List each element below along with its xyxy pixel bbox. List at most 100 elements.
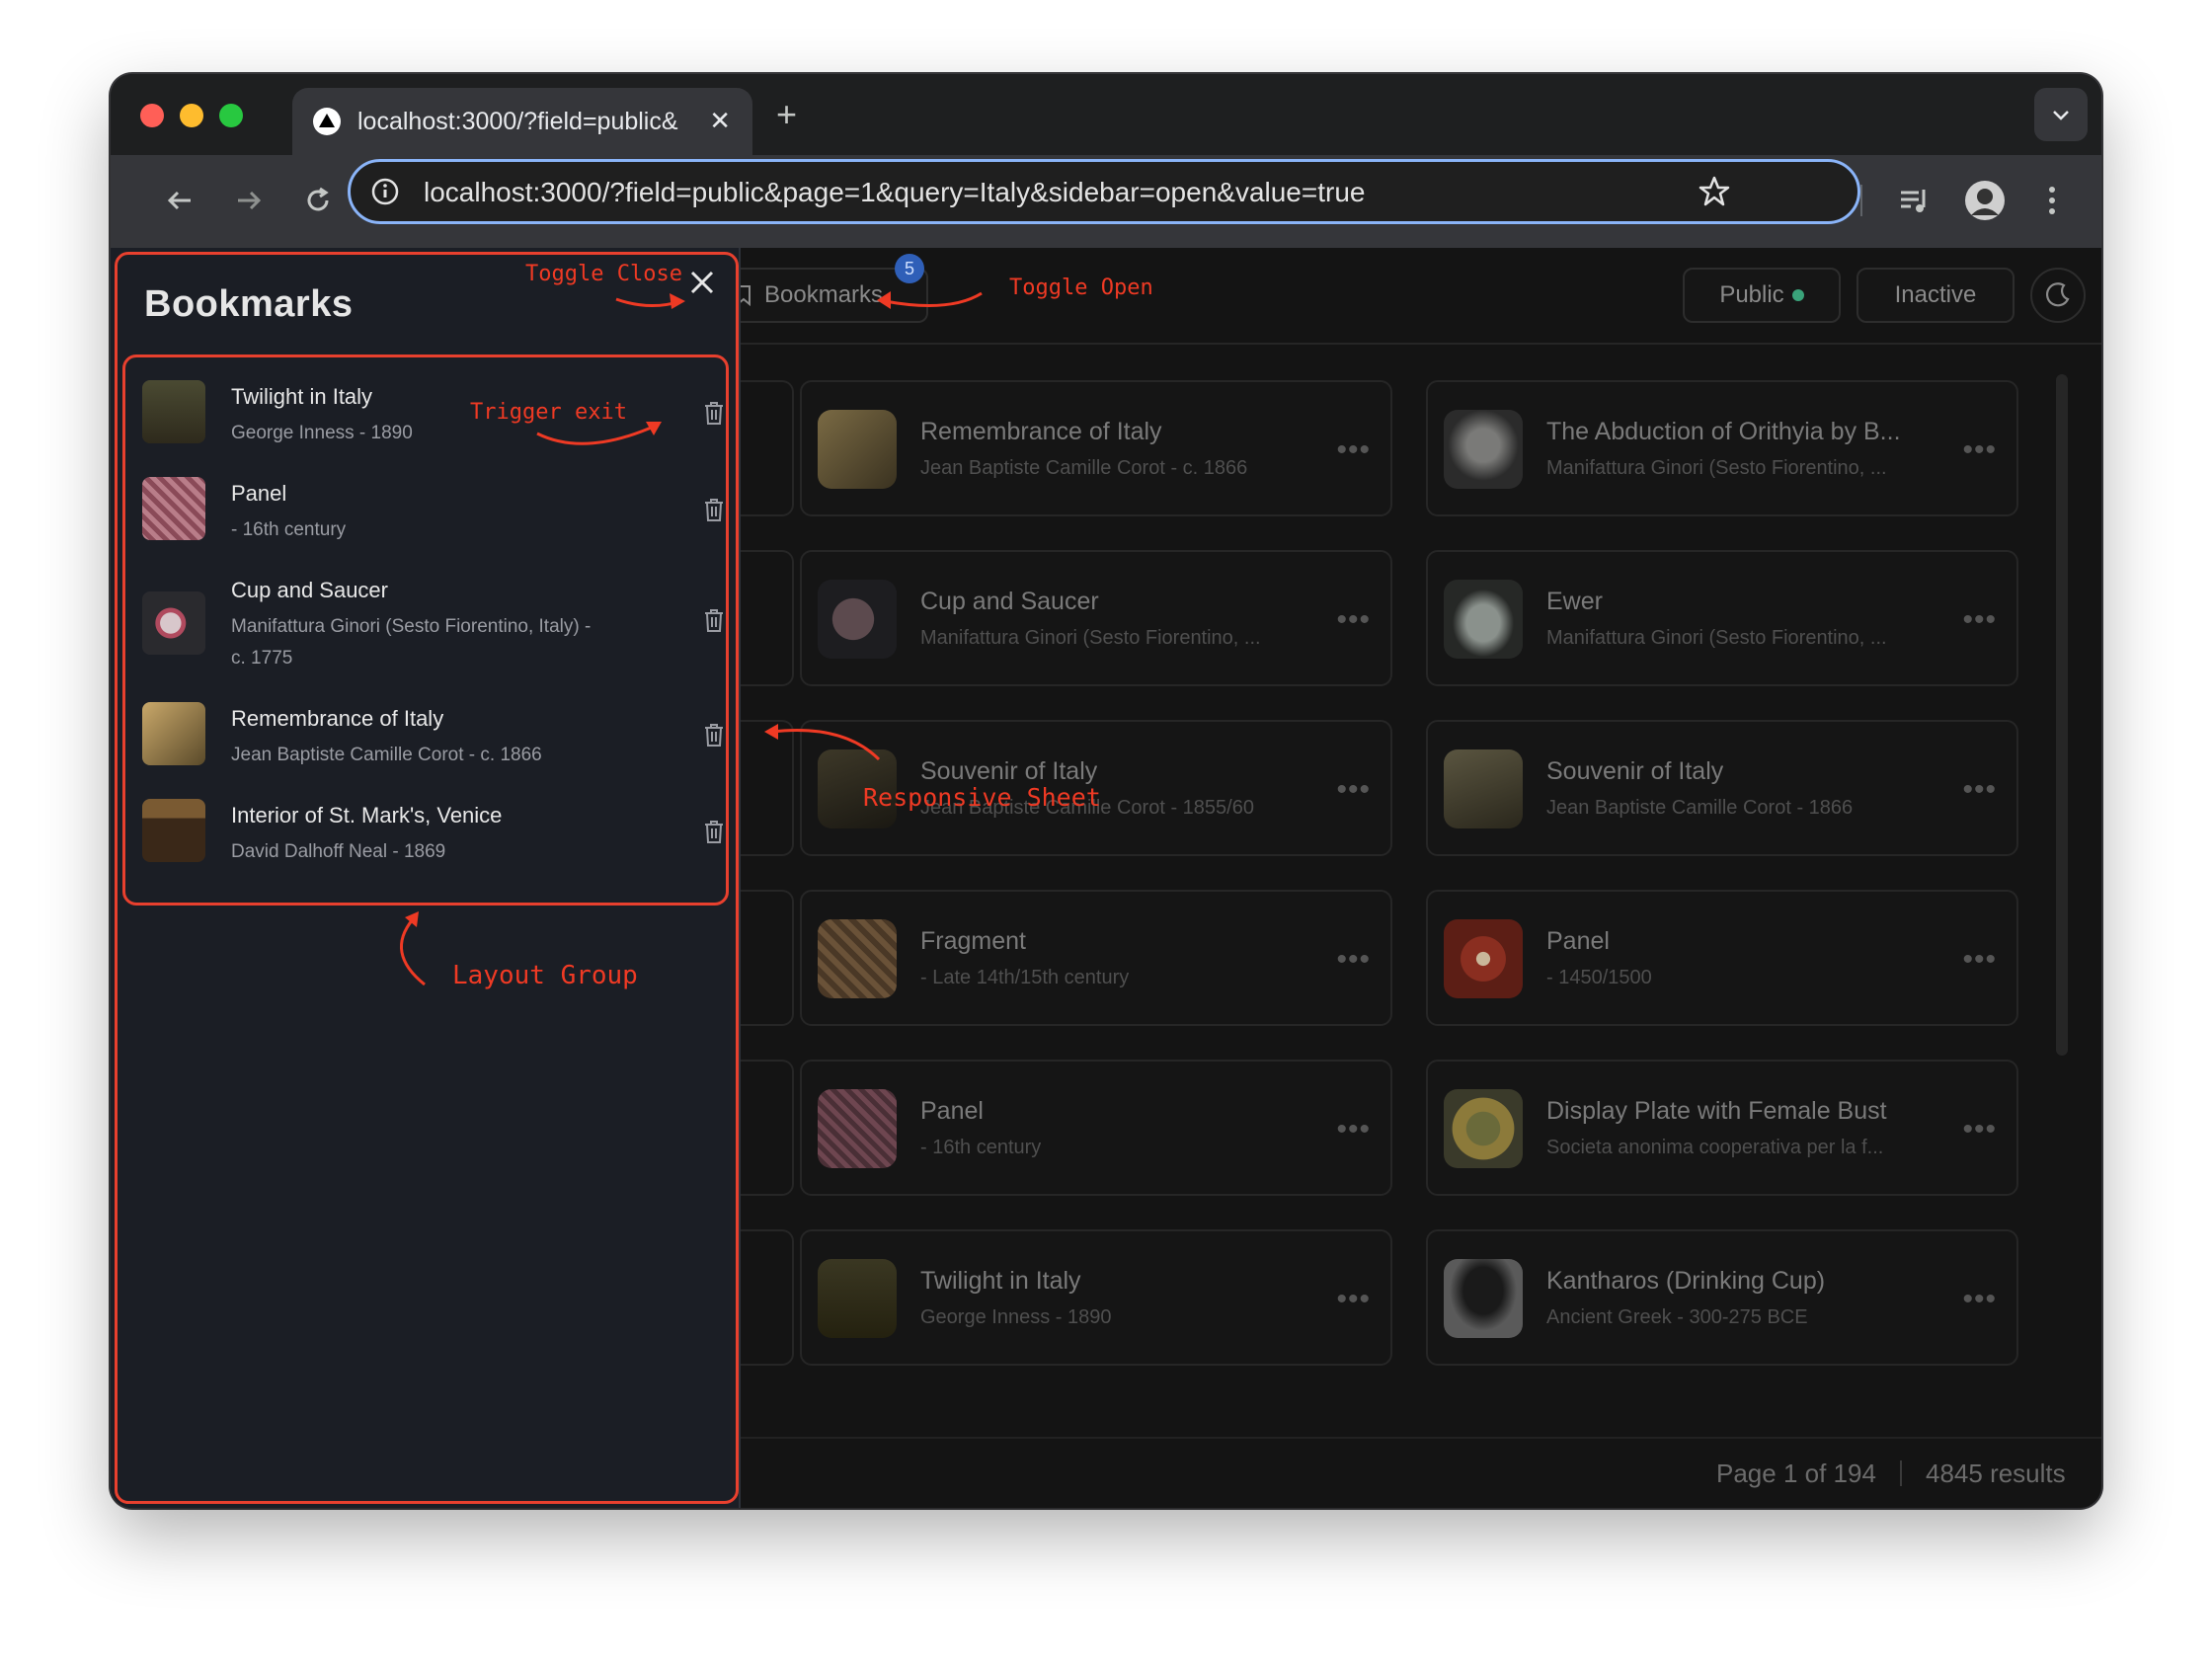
artwork-thumbnail (818, 580, 897, 659)
artwork-subtitle: Jean Baptiste Camille Corot - c. 1866 (920, 457, 1248, 479)
more-icon[interactable]: ••• (1336, 603, 1371, 637)
profile-button[interactable] (1959, 175, 2011, 226)
sheet-title: Bookmarks (144, 283, 354, 325)
artwork-title: Panel (920, 1097, 984, 1125)
trash-icon[interactable] (703, 607, 725, 633)
bookmark-thumbnail (142, 380, 205, 443)
forward-icon (238, 191, 262, 210)
results-count: 4845 results (1926, 1458, 2066, 1488)
bookmark-item[interactable]: Cup and Saucer Manifattura Ginori (Sesto… (138, 574, 723, 669)
back-button[interactable] (154, 175, 205, 226)
moon-icon (2045, 282, 2070, 307)
tab-close-button[interactable]: ✕ (709, 106, 731, 136)
artwork-title: Ewer (1546, 588, 1603, 615)
inactive-filter-label: Inactive (1894, 281, 1977, 308)
scrollbar[interactable] (2056, 374, 2068, 1056)
toggle-close-annotation: Toggle Close (525, 262, 682, 286)
artwork-subtitle: Manifattura Ginori (Sesto Fiorentino, ..… (1546, 627, 1887, 649)
artwork-card[interactable]: Ewer Manifattura Ginori (Sesto Fiorentin… (1426, 550, 2018, 686)
artwork-card[interactable]: Kantharos (Drinking Cup) Ancient Greek -… (1426, 1229, 2018, 1366)
bookmark-thumbnail (142, 591, 205, 655)
responsive-sheet-annotation: Responsive Sheet (863, 783, 1101, 812)
favicon-icon (313, 108, 341, 135)
maximize-window-button[interactable] (219, 104, 243, 127)
artwork-card[interactable]: Souvenir of Italy Jean Baptiste Camille … (1426, 720, 2018, 856)
artwork-card[interactable]: Display Plate with Female Bust Societa a… (1426, 1060, 2018, 1196)
layout-group-annotation: Layout Group (452, 961, 638, 990)
media-button[interactable] (1888, 175, 1939, 226)
more-icon[interactable]: ••• (1962, 1283, 1997, 1316)
artwork-card[interactable]: Panel - 1450/1500 ••• (1426, 890, 2018, 1026)
page-indicator: Page 1 of 194 (1716, 1458, 1876, 1488)
bookmark-subtitle: - 16th century (231, 519, 347, 540)
more-icon[interactable]: ••• (1336, 943, 1371, 977)
close-window-button[interactable] (140, 104, 164, 127)
artwork-title: Panel (1546, 927, 1610, 955)
forward-button[interactable] (223, 175, 275, 226)
chrome-menu-button[interactable] (2026, 175, 2078, 226)
trash-icon[interactable] (703, 722, 725, 748)
address-bar[interactable]: localhost:3000/?field=public&page=1&quer… (348, 159, 1860, 224)
artwork-card[interactable]: Cup and Saucer Manifattura Ginori (Sesto… (800, 550, 1392, 686)
more-icon[interactable]: ••• (1336, 433, 1371, 467)
new-tab-button[interactable]: + (776, 94, 797, 135)
artwork-title: Fragment (920, 927, 1026, 955)
more-icon[interactable]: ••• (1962, 433, 1997, 467)
artwork-thumbnail (818, 410, 897, 489)
more-icon[interactable]: ••• (1962, 603, 1997, 637)
kebab-menu-icon (2049, 187, 2055, 214)
artwork-subtitle: - Late 14th/15th century (920, 967, 1130, 988)
bookmark-subtitle: Manifattura Ginori (Sesto Fiorentino, It… (231, 616, 592, 669)
more-icon[interactable]: ••• (1336, 1283, 1371, 1316)
tab-search-button[interactable] (2034, 88, 2088, 141)
bookmarks-count-badge: 5 (895, 254, 924, 283)
public-filter-button[interactable]: Public (1683, 268, 1841, 323)
trash-icon[interactable] (703, 497, 725, 522)
artwork-card[interactable]: Fragment - Late 14th/15th century ••• (800, 890, 1392, 1026)
artwork-title: Twilight in Italy (920, 1267, 1081, 1295)
bookmark-title: Interior of St. Mark's, Venice (231, 803, 503, 828)
reload-icon (307, 187, 329, 211)
artwork-title: The Abduction of Orithyia by B... (1546, 418, 1901, 445)
star-icon[interactable] (1698, 175, 1731, 208)
bookmark-item[interactable]: Remembrance of Italy Jean Baptiste Camil… (138, 702, 723, 767)
theme-toggle-button[interactable] (2030, 268, 2086, 323)
browser-window: localhost:3000/?field=public& ✕ + localh… (111, 74, 2101, 1508)
artwork-card[interactable]: Panel - 16th century ••• (800, 1060, 1392, 1196)
close-icon[interactable] (685, 266, 719, 299)
artwork-title: Souvenir of Italy (1546, 757, 1724, 785)
tab-title: localhost:3000/?field=public& (357, 107, 678, 135)
bookmark-title: Cup and Saucer (231, 578, 388, 602)
inactive-filter-button[interactable]: Inactive (1856, 268, 2014, 323)
artwork-card[interactable]: Twilight in Italy George Inness - 1890 •… (800, 1229, 1392, 1366)
browser-tab[interactable]: localhost:3000/?field=public& ✕ (292, 88, 752, 155)
minimize-window-button[interactable] (180, 104, 203, 127)
url-text[interactable]: localhost:3000/?field=public&page=1&quer… (424, 177, 1365, 208)
artwork-subtitle: Jean Baptiste Camille Corot - 1866 (1546, 797, 1854, 819)
artwork-thumbnail (1444, 410, 1523, 489)
more-icon[interactable]: ••• (1962, 1113, 1997, 1146)
toggle-open-annotation: Toggle Open (1009, 276, 1153, 300)
more-icon[interactable]: ••• (1962, 943, 1997, 977)
back-icon (167, 191, 191, 210)
trash-icon[interactable] (703, 819, 725, 844)
artwork-thumbnail (818, 919, 897, 998)
bookmark-title: Twilight in Italy (231, 384, 373, 409)
artwork-title: Souvenir of Italy (920, 757, 1098, 785)
more-icon[interactable]: ••• (1336, 773, 1371, 807)
bookmark-title: Panel (231, 481, 287, 506)
artwork-thumbnail (1444, 1259, 1523, 1338)
trash-icon[interactable] (703, 400, 725, 426)
more-icon[interactable]: ••• (1336, 1113, 1371, 1146)
bookmark-item[interactable]: Interior of St. Mark's, Venice David Dal… (138, 799, 723, 864)
chevron-down-icon (2053, 111, 2069, 120)
more-icon[interactable]: ••• (1962, 773, 1997, 807)
bookmark-item[interactable]: Panel - 16th century (138, 477, 723, 542)
trigger-exit-annotation: Trigger exit (470, 400, 627, 425)
artwork-subtitle: - 16th century (920, 1137, 1042, 1158)
artwork-card[interactable]: The Abduction of Orithyia by B... Manifa… (1426, 380, 2018, 516)
artwork-card[interactable]: Remembrance of Italy Jean Baptiste Camil… (800, 380, 1392, 516)
artwork-title: Kantharos (Drinking Cup) (1546, 1267, 1826, 1295)
status-dot (1791, 289, 1804, 301)
reload-button[interactable] (292, 175, 344, 226)
